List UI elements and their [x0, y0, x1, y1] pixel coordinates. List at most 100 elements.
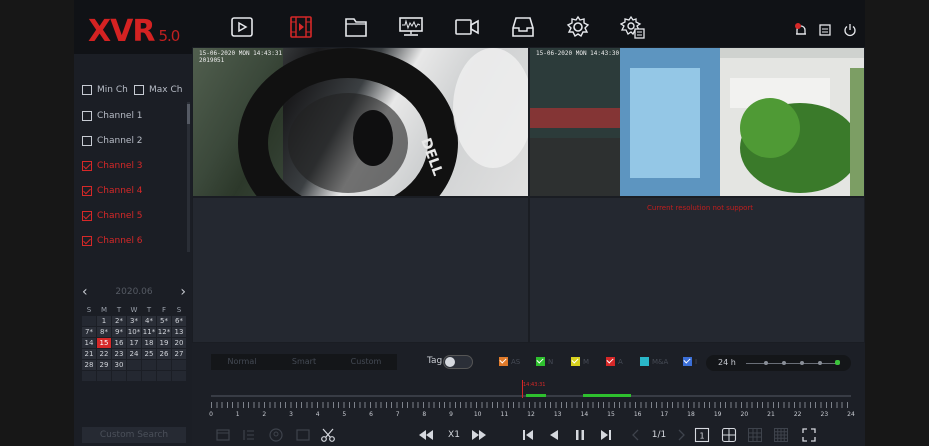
calendar-day[interactable]: 17	[127, 338, 141, 348]
video-frame-2	[530, 48, 864, 196]
event-list-icon[interactable]	[241, 427, 257, 443]
calendar-day[interactable]: 20	[172, 338, 186, 348]
system-info-icon[interactable]	[398, 15, 424, 39]
calendar-day[interactable]: 28	[82, 360, 96, 370]
next-month-icon[interactable]: ›	[180, 284, 186, 300]
calendar-day[interactable]: 2*	[112, 316, 126, 326]
channel-6-checkbox[interactable]: Channel 6	[82, 236, 143, 246]
calendar-day[interactable]: 3*	[127, 316, 141, 326]
advanced-settings-icon[interactable]	[620, 15, 646, 39]
calendar-day[interactable]: 26	[157, 349, 171, 359]
message-icon[interactable]	[818, 22, 832, 36]
custom-search-button[interactable]: Custom Search	[82, 427, 186, 443]
settings-icon[interactable]	[565, 15, 591, 39]
calendar-day[interactable]: 16	[112, 338, 126, 348]
pause-icon[interactable]	[572, 427, 588, 443]
power-icon[interactable]	[843, 22, 857, 37]
prev-page-icon[interactable]	[628, 427, 644, 443]
tab-custom[interactable]: Custom	[335, 354, 397, 370]
scissors-icon[interactable]	[320, 427, 336, 443]
checkbox-checked-icon	[606, 357, 615, 366]
tag-toggle[interactable]	[443, 355, 473, 369]
timeline[interactable]: 14:43:31 0 1 2 3 4 5 6 7 8 9 10 11 12 13 14 15 16 17 18 19 2…	[205, 380, 855, 420]
video-tile-4[interactable]: Current resolution not support	[529, 197, 865, 343]
calendar-day[interactable]: 23	[112, 349, 126, 359]
calendar-day[interactable]: 5*	[157, 316, 171, 326]
channel-4-checkbox[interactable]: Channel 4	[82, 186, 143, 196]
calendar-day[interactable]: 12*	[157, 327, 171, 337]
backup-icon[interactable]	[510, 15, 536, 39]
min-ch-checkbox[interactable]: Min Ch	[82, 85, 128, 95]
calendar-day[interactable]: 18	[142, 338, 156, 348]
fullscreen-icon[interactable]	[801, 427, 817, 443]
calendar-day[interactable]: 24	[127, 349, 141, 359]
calendar-day[interactable]: 9*	[112, 327, 126, 337]
calendar-day[interactable]: 1	[97, 316, 111, 326]
zoom-step[interactable]	[764, 361, 768, 365]
alarm-icon[interactable]	[794, 22, 808, 36]
calendar-day[interactable]: 30	[112, 360, 126, 370]
calendar-day[interactable]: 25	[142, 349, 156, 359]
legend-i[interactable]: I	[683, 357, 697, 366]
fast-forward-icon[interactable]	[471, 427, 487, 443]
calendar-grid: S M T W T F S 1 2* 3* 4* 5* 6* 7* 8* 9* 10* 11* 12* 13 14 15 1…	[82, 305, 186, 381]
live-view-icon[interactable]	[229, 15, 255, 39]
zoom-step-active[interactable]	[835, 360, 840, 365]
tab-smart[interactable]: Smart	[273, 354, 335, 370]
next-page-icon[interactable]	[673, 427, 689, 443]
channel-scrollbar[interactable]	[187, 102, 190, 252]
timeline-zoom[interactable]: 24 h	[706, 355, 851, 371]
nine-view-icon[interactable]	[747, 427, 763, 443]
calendar-day[interactable]: 22	[97, 349, 111, 359]
video-tile-2[interactable]: 15-06-2020 MON 14:43:30	[529, 47, 865, 197]
legend-a[interactable]: A	[606, 357, 623, 366]
calendar-day[interactable]: 7*	[82, 327, 96, 337]
calendar-day[interactable]: 15	[97, 338, 111, 348]
max-ch-label: Max Ch	[149, 85, 183, 95]
rewind-icon[interactable]	[418, 427, 434, 443]
calendar-day[interactable]: 13	[172, 327, 186, 337]
snapshot-icon[interactable]	[295, 427, 311, 443]
calendar-day[interactable]: 6*	[172, 316, 186, 326]
legend-ma[interactable]: M&A	[640, 357, 668, 366]
file-manage-icon[interactable]	[343, 15, 369, 39]
channel-5-checkbox[interactable]: Channel 5	[82, 211, 143, 221]
calendar-day[interactable]: 27	[172, 349, 186, 359]
legend-m[interactable]: M	[571, 357, 589, 366]
prev-month-icon[interactable]: ‹	[82, 284, 88, 300]
video-tile-3[interactable]	[192, 197, 529, 343]
calendar-day[interactable]: 14	[82, 338, 96, 348]
calendar-day[interactable]: 10*	[127, 327, 141, 337]
channel-scroll-thumb[interactable]	[187, 104, 190, 124]
max-ch-checkbox[interactable]: Max Ch	[134, 85, 182, 95]
previous-icon[interactable]	[520, 427, 536, 443]
clip-icon[interactable]	[215, 427, 231, 443]
quad-view-icon[interactable]	[721, 427, 737, 443]
zoom-step[interactable]	[800, 361, 804, 365]
video-tile-1[interactable]: DELL 15-06-2020 MON 14:43:31 2019051	[192, 47, 529, 197]
single-view-icon[interactable]: 1	[694, 427, 710, 443]
smart-search-icon[interactable]	[268, 427, 284, 443]
legend-label: N	[548, 357, 554, 366]
legend-n[interactable]: N	[536, 357, 553, 366]
playback-icon[interactable]	[288, 15, 314, 39]
next-icon[interactable]	[598, 427, 614, 443]
channel-3-checkbox[interactable]: Channel 3	[82, 161, 143, 171]
tab-normal[interactable]: Normal	[211, 354, 273, 370]
channel-2-checkbox[interactable]: Channel 2	[82, 136, 143, 146]
checkbox-icon	[82, 85, 92, 95]
step-back-icon[interactable]	[546, 427, 562, 443]
calendar-day[interactable]: 4*	[142, 316, 156, 326]
channel-1-checkbox[interactable]: Channel 1	[82, 111, 143, 121]
camera-icon[interactable]	[454, 15, 480, 39]
calendar-day[interactable]: 29	[97, 360, 111, 370]
zoom-step[interactable]	[818, 361, 822, 365]
sixteen-view-icon[interactable]	[773, 427, 789, 443]
calendar-day[interactable]: 8*	[97, 327, 111, 337]
legend-as[interactable]: AS	[499, 357, 520, 366]
calendar-day[interactable]: 21	[82, 349, 96, 359]
calendar-day[interactable]: 11*	[142, 327, 156, 337]
zoom-step[interactable]	[782, 361, 786, 365]
calendar-day[interactable]: 19	[157, 338, 171, 348]
cursor-time: 14:43:31	[523, 382, 546, 388]
